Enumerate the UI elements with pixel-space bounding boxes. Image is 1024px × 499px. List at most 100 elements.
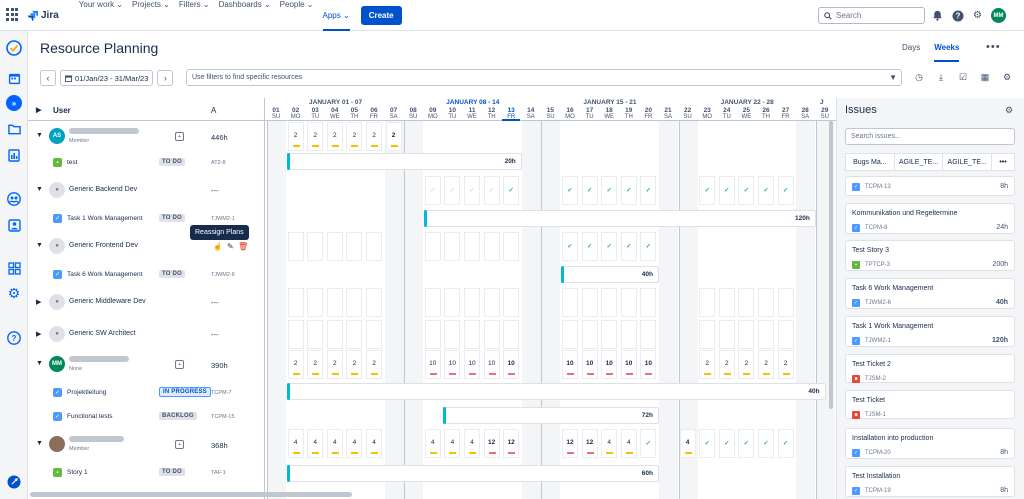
allocation-cell[interactable] bbox=[601, 288, 618, 317]
allocation-cell[interactable]: 2 bbox=[287, 122, 304, 151]
allocation-cell[interactable] bbox=[718, 320, 735, 349]
bar-handle[interactable] bbox=[423, 210, 427, 227]
collapse-caret-icon[interactable]: ▼ bbox=[36, 242, 43, 249]
calendar-icon[interactable] bbox=[6, 70, 22, 86]
resource-filter-input[interactable]: Use filters to find specific resources ▼ bbox=[186, 69, 902, 86]
checklist-icon[interactable]: ☑ bbox=[956, 70, 970, 84]
allocation-cell[interactable]: 4 bbox=[424, 429, 441, 458]
task-allocation-bar[interactable]: 40h bbox=[561, 266, 659, 283]
allocation-cell[interactable] bbox=[366, 288, 382, 317]
allocation-cell[interactable]: 10 bbox=[444, 350, 461, 379]
previous-period-button[interactable]: ‹ bbox=[40, 70, 56, 86]
allocation-cell[interactable]: 2 bbox=[326, 350, 343, 379]
allocation-cell[interactable]: ✓ bbox=[758, 176, 774, 205]
allocation-cell[interactable] bbox=[503, 232, 520, 261]
issue-card[interactable]: Kommunikation und Regeltermine ✓ TCPM-8 24h bbox=[845, 203, 1015, 234]
issue-key[interactable]: TAF-1 bbox=[211, 470, 226, 476]
task-name[interactable]: Task 6 Work Management bbox=[67, 271, 142, 278]
allocation-cell[interactable] bbox=[562, 320, 578, 349]
allocation-cell[interactable]: 10 bbox=[464, 350, 480, 379]
allocation-cell[interactable]: ✓ bbox=[503, 176, 520, 205]
export-icon[interactable]: ⤓ bbox=[934, 70, 948, 84]
allocation-cell[interactable]: ✓ bbox=[620, 176, 637, 205]
issue-search-input[interactable]: Search issues... bbox=[845, 128, 1015, 145]
allocation-cell[interactable]: ✓ bbox=[620, 232, 637, 261]
allocation-cell[interactable] bbox=[424, 232, 441, 261]
allocation-cell[interactable]: ✓ bbox=[718, 429, 735, 458]
bar-handle[interactable] bbox=[561, 266, 564, 283]
allocation-cell[interactable] bbox=[307, 288, 324, 317]
allocation-cell[interactable]: 2 bbox=[718, 350, 735, 379]
allocation-cell[interactable] bbox=[483, 288, 500, 317]
allocation-cell[interactable]: ✓ bbox=[601, 232, 618, 261]
allocation-cell[interactable]: 2 bbox=[699, 350, 716, 379]
allocation-cell[interactable]: ✓ bbox=[699, 176, 716, 205]
issue-card[interactable]: Installation into production ✓ TCPM-20 8h bbox=[845, 428, 1015, 459]
allocation-cell[interactable]: 12 bbox=[581, 429, 598, 458]
vertical-scrollbar[interactable] bbox=[829, 121, 833, 409]
allocation-cell[interactable] bbox=[346, 320, 363, 349]
issue-card[interactable]: ✓ TCPM-13 8h bbox=[845, 176, 1015, 196]
allocation-cell[interactable]: 4 bbox=[326, 429, 343, 458]
allocation-cell[interactable]: 2 bbox=[366, 122, 382, 151]
app-logo-icon[interactable] bbox=[6, 40, 22, 56]
assign-icon[interactable]: + bbox=[175, 440, 184, 449]
allocation-cell[interactable] bbox=[562, 288, 578, 317]
panel-settings-icon[interactable]: ⚙ bbox=[1005, 105, 1013, 116]
collapse-caret-icon[interactable]: ▼ bbox=[36, 186, 43, 193]
history-icon[interactable]: ◷ bbox=[912, 70, 926, 84]
allocation-cell[interactable]: 4 bbox=[620, 429, 637, 458]
settings-gear-icon[interactable]: ⚙ bbox=[1000, 70, 1014, 84]
filter-tab[interactable]: AGILE_TE... bbox=[943, 154, 993, 170]
allocation-cell[interactable] bbox=[640, 288, 657, 317]
issue-key[interactable]: AT2-8 bbox=[211, 160, 226, 166]
allocation-cell[interactable]: ✓ bbox=[640, 232, 657, 261]
allocation-cell[interactable]: 10 bbox=[562, 350, 578, 379]
bar-handle[interactable] bbox=[286, 153, 290, 170]
allocation-cell[interactable] bbox=[503, 320, 520, 349]
task-name[interactable]: test bbox=[67, 159, 77, 166]
report-icon[interactable] bbox=[6, 147, 22, 163]
task-allocation-bar[interactable]: 72h bbox=[443, 407, 659, 424]
allocation-cell[interactable] bbox=[287, 288, 304, 317]
horizontal-scrollbar[interactable] bbox=[30, 492, 352, 497]
allocation-cell[interactable]: ✓ bbox=[562, 176, 578, 205]
allocation-cell[interactable] bbox=[777, 288, 794, 317]
folder-icon[interactable] bbox=[6, 121, 22, 137]
apps-grid-icon[interactable] bbox=[6, 260, 22, 276]
allocation-cell[interactable] bbox=[444, 232, 461, 261]
settings-icon[interactable]: ⚙ bbox=[6, 285, 22, 301]
more-filters-button[interactable]: ••• bbox=[992, 154, 1014, 170]
user-profile-icon[interactable] bbox=[6, 217, 22, 233]
nav-filters[interactable]: Filters ⌄ bbox=[179, 0, 210, 31]
next-period-button[interactable]: › bbox=[157, 70, 174, 86]
jira-logo[interactable]: Jira bbox=[27, 10, 59, 21]
allocation-cell[interactable]: ✓ bbox=[718, 176, 735, 205]
allocation-cell[interactable] bbox=[424, 320, 441, 349]
issue-card[interactable]: Test Ticket ■ TJSM-1 bbox=[845, 390, 1015, 419]
app-switcher-icon[interactable] bbox=[6, 8, 20, 22]
collapse-caret-icon[interactable]: ▼ bbox=[36, 132, 43, 139]
allocation-cell[interactable]: 10 bbox=[640, 350, 657, 379]
allocation-cell[interactable] bbox=[483, 320, 500, 349]
allocation-cell[interactable]: ✓ bbox=[601, 176, 618, 205]
issue-card[interactable]: Task 6 Work Management ✓ TJWM2-6 40h bbox=[845, 278, 1015, 309]
allocation-cell[interactable]: 4 bbox=[307, 429, 324, 458]
more-options-button[interactable]: ••• bbox=[986, 41, 1001, 53]
help-icon[interactable]: ? bbox=[951, 9, 964, 22]
allocation-cell[interactable]: ✓ bbox=[581, 176, 598, 205]
create-button[interactable]: Create bbox=[360, 5, 402, 25]
allocation-cell[interactable]: 12 bbox=[483, 429, 500, 458]
filter-tab[interactable]: Bugs Ma... bbox=[846, 154, 895, 170]
allocation-cell[interactable] bbox=[307, 232, 324, 261]
task-name[interactable]: Projektleitung bbox=[67, 389, 106, 396]
collapse-caret-icon[interactable]: ▼ bbox=[36, 440, 43, 447]
allocation-cell[interactable] bbox=[483, 232, 500, 261]
allocation-cell[interactable] bbox=[366, 232, 382, 261]
allocation-cell[interactable]: 2 bbox=[738, 350, 755, 379]
edit-icon[interactable]: ✎ bbox=[227, 242, 234, 251]
nav-apps[interactable]: Apps ⌄ bbox=[322, 11, 350, 31]
allocation-cell[interactable] bbox=[287, 232, 304, 261]
issue-card[interactable]: Test Story 3 ▪ TPTCP-3 200h bbox=[845, 240, 1015, 271]
allocation-cell[interactable]: ✓ bbox=[777, 176, 794, 205]
